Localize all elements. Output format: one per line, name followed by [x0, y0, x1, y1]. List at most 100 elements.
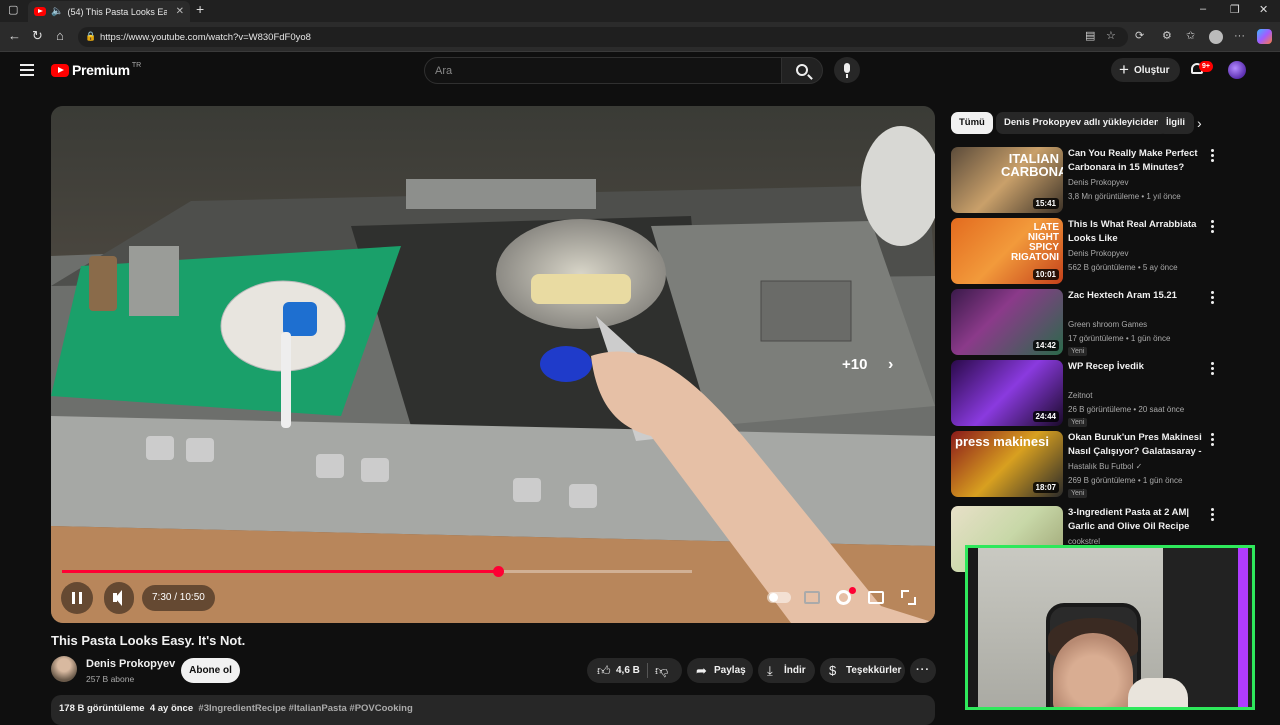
more-actions-icon[interactable]: ···: [910, 658, 936, 683]
hd-badge: [849, 587, 856, 594]
related-video-channel[interactable]: Denis Prokopyev: [1068, 178, 1128, 187]
tab-title: (54) This Pasta Looks Easy. It'...: [67, 6, 168, 17]
thumbs-up-icon[interactable]: 👍︎: [597, 658, 611, 683]
menu-icon[interactable]: [20, 64, 34, 76]
chip-related[interactable]: İlgili: [1158, 112, 1194, 134]
search-input[interactable]: Ara: [424, 57, 782, 84]
view-count: 178 B görüntüleme: [59, 703, 145, 714]
theater-mode-icon[interactable]: [868, 591, 884, 604]
favorite-star-icon[interactable]: ☆: [1106, 30, 1116, 42]
profile-icon[interactable]: [1209, 30, 1223, 44]
extensions-icon[interactable]: ⚙: [1162, 30, 1172, 42]
reader-mode-icon[interactable]: ▤: [1085, 30, 1095, 42]
duration-badge: 24:44: [1032, 411, 1059, 422]
related-video-meta: 269 B görüntüleme • 1 gün önce: [1068, 476, 1183, 485]
chevron-right-icon[interactable]: ›: [1197, 115, 1202, 131]
more-options-icon[interactable]: [1211, 149, 1214, 164]
more-menu-icon[interactable]: ···: [1234, 30, 1245, 42]
related-video-title[interactable]: Zac Hextech Aram 15.21: [1068, 289, 1208, 303]
refresh-extension-icon[interactable]: ⟳: [1135, 30, 1144, 42]
close-tab-icon[interactable]: ✕: [176, 6, 184, 17]
duration-badge: 14:42: [1032, 340, 1059, 351]
chip-from-uploader[interactable]: Denis Prokopyev adlı yükleyiciden: [996, 112, 1168, 134]
related-video-title[interactable]: 3-Ingredient Pasta at 2 AM| Garlic and O…: [1068, 506, 1208, 534]
related-video-item[interactable]: 24:44 WP Recep İvedik Zeitnot 26 B görüntül…: [951, 360, 1221, 427]
chevron-right-icon[interactable]: ›: [888, 356, 893, 374]
more-options-icon[interactable]: [1211, 362, 1214, 377]
notification-badge: 9+: [1199, 61, 1213, 72]
volume-button[interactable]: [104, 582, 134, 614]
more-options-icon[interactable]: [1211, 220, 1214, 235]
new-tab-icon[interactable]: +: [196, 1, 204, 17]
refresh-icon[interactable]: ↻: [32, 29, 43, 43]
search-button[interactable]: [781, 57, 823, 84]
autoplay-toggle[interactable]: [767, 592, 791, 603]
browser-tab[interactable]: 🔈 (54) This Pasta Looks Easy. It'... ✕: [28, 1, 190, 22]
video-frame: [51, 106, 935, 623]
video-thumbnail[interactable]: ITALIAN CARBONARA 15:41: [951, 147, 1063, 213]
youtube-favicon-icon: [34, 7, 46, 16]
minimize-icon[interactable]: –: [1200, 3, 1206, 15]
speaker-icon[interactable]: 🔈: [51, 6, 63, 17]
share-button[interactable]: ➦ Paylaş: [687, 658, 753, 683]
channel-avatar[interactable]: [51, 656, 77, 682]
related-video-item[interactable]: ITALIAN CARBONARA 15:41 Can You Really Mak…: [951, 147, 1221, 213]
thumbs-down-icon[interactable]: 👎︎: [655, 658, 668, 683]
search-placeholder: Ara: [435, 64, 453, 77]
channel-name[interactable]: Denis Prokopyev: [86, 658, 175, 670]
related-video-title[interactable]: This Is What Real Arrabbiata Looks Like: [1068, 218, 1208, 246]
maximize-icon[interactable]: ❐: [1230, 3, 1240, 16]
subscribe-button[interactable]: Abone ol: [181, 658, 240, 683]
copilot-icon[interactable]: [1257, 29, 1272, 44]
thanks-button[interactable]: $ Teşekkürler: [820, 658, 905, 683]
logo-text: Premium: [72, 62, 130, 78]
related-video-meta: 562 B görüntüleme • 5 ay önce: [1068, 263, 1178, 272]
duration-badge: 10:01: [1032, 269, 1059, 280]
site-info-icon[interactable]: 🔒: [85, 31, 96, 42]
more-options-icon[interactable]: [1211, 433, 1214, 448]
search-icon: [796, 64, 808, 76]
fullscreen-icon[interactable]: [901, 590, 916, 605]
url-field[interactable]: 🔒 https://www.youtube.com/watch?v=W830Fd…: [78, 27, 1128, 47]
home-icon[interactable]: ⌂: [56, 29, 64, 43]
account-avatar[interactable]: [1228, 61, 1246, 79]
related-video-title[interactable]: Okan Buruk'un Pres Makinesi Nasıl Çalışı…: [1068, 431, 1208, 459]
tab-actions-icon[interactable]: ▢: [8, 3, 18, 16]
create-label: Oluştur: [1133, 64, 1170, 76]
related-video-meta: 3,8 Mn görüntüleme • 1 yıl önce: [1068, 192, 1181, 201]
thanks-label: Teşekkürler: [846, 665, 902, 676]
related-video-channel[interactable]: Green shroom Games: [1068, 320, 1147, 329]
skip-forward-label[interactable]: +10: [842, 356, 867, 373]
close-window-icon[interactable]: ✕: [1259, 3, 1268, 16]
back-icon[interactable]: ←: [8, 29, 21, 43]
progress-scrubber[interactable]: [493, 566, 504, 577]
video-thumbnail[interactable]: 24:44: [951, 360, 1063, 426]
description-box[interactable]: 178 B görüntüleme 4 ay önce #3Ingredient…: [51, 695, 935, 725]
related-video-channel[interactable]: Hastalık Bu Futbol ✓: [1068, 462, 1142, 471]
youtube-logo[interactable]: Premium TR: [51, 62, 141, 78]
related-video-item[interactable]: press makinesi 18:07 Okan Buruk'un Pres Ma…: [951, 431, 1221, 498]
related-video-title[interactable]: WP Recep İvedik: [1068, 360, 1208, 374]
related-video-channel[interactable]: Denis Prokopyev: [1068, 249, 1128, 258]
video-thumbnail[interactable]: LATE NIGHT SPICY RIGATONI 10:01: [951, 218, 1063, 284]
download-button[interactable]: ⤓ İndir: [758, 658, 815, 683]
favorites-icon[interactable]: ✩: [1186, 30, 1195, 42]
like-count[interactable]: 4,6 B: [616, 658, 640, 683]
new-badge: Yeni: [1068, 347, 1088, 356]
subtitles-icon[interactable]: [804, 591, 820, 604]
related-video-item[interactable]: LATE NIGHT SPICY RIGATONI 10:01 This Is Wh…: [951, 218, 1221, 284]
hashtags[interactable]: #3IngredientRecipe #ItalianPasta #POVCoo…: [198, 703, 412, 714]
related-video-channel[interactable]: Zeitnot: [1068, 391, 1092, 400]
pause-button[interactable]: [61, 582, 93, 614]
video-player[interactable]: [51, 106, 935, 623]
voice-search-icon[interactable]: [834, 57, 860, 83]
create-button[interactable]: + Oluştur: [1111, 58, 1180, 82]
chip-all[interactable]: Tümü: [951, 112, 993, 134]
related-video-item[interactable]: 14:42 Zac Hextech Aram 15.21 Green shroom …: [951, 289, 1221, 356]
related-video-title[interactable]: Can You Really Make Perfect Carbonara in…: [1068, 147, 1208, 175]
video-thumbnail[interactable]: press makinesi 18:07: [951, 431, 1063, 497]
more-options-icon[interactable]: [1211, 508, 1214, 523]
video-thumbnail[interactable]: 14:42: [951, 289, 1063, 355]
more-options-icon[interactable]: [1211, 291, 1214, 306]
url-text: https://www.youtube.com/watch?v=W830FdF0…: [100, 31, 311, 43]
